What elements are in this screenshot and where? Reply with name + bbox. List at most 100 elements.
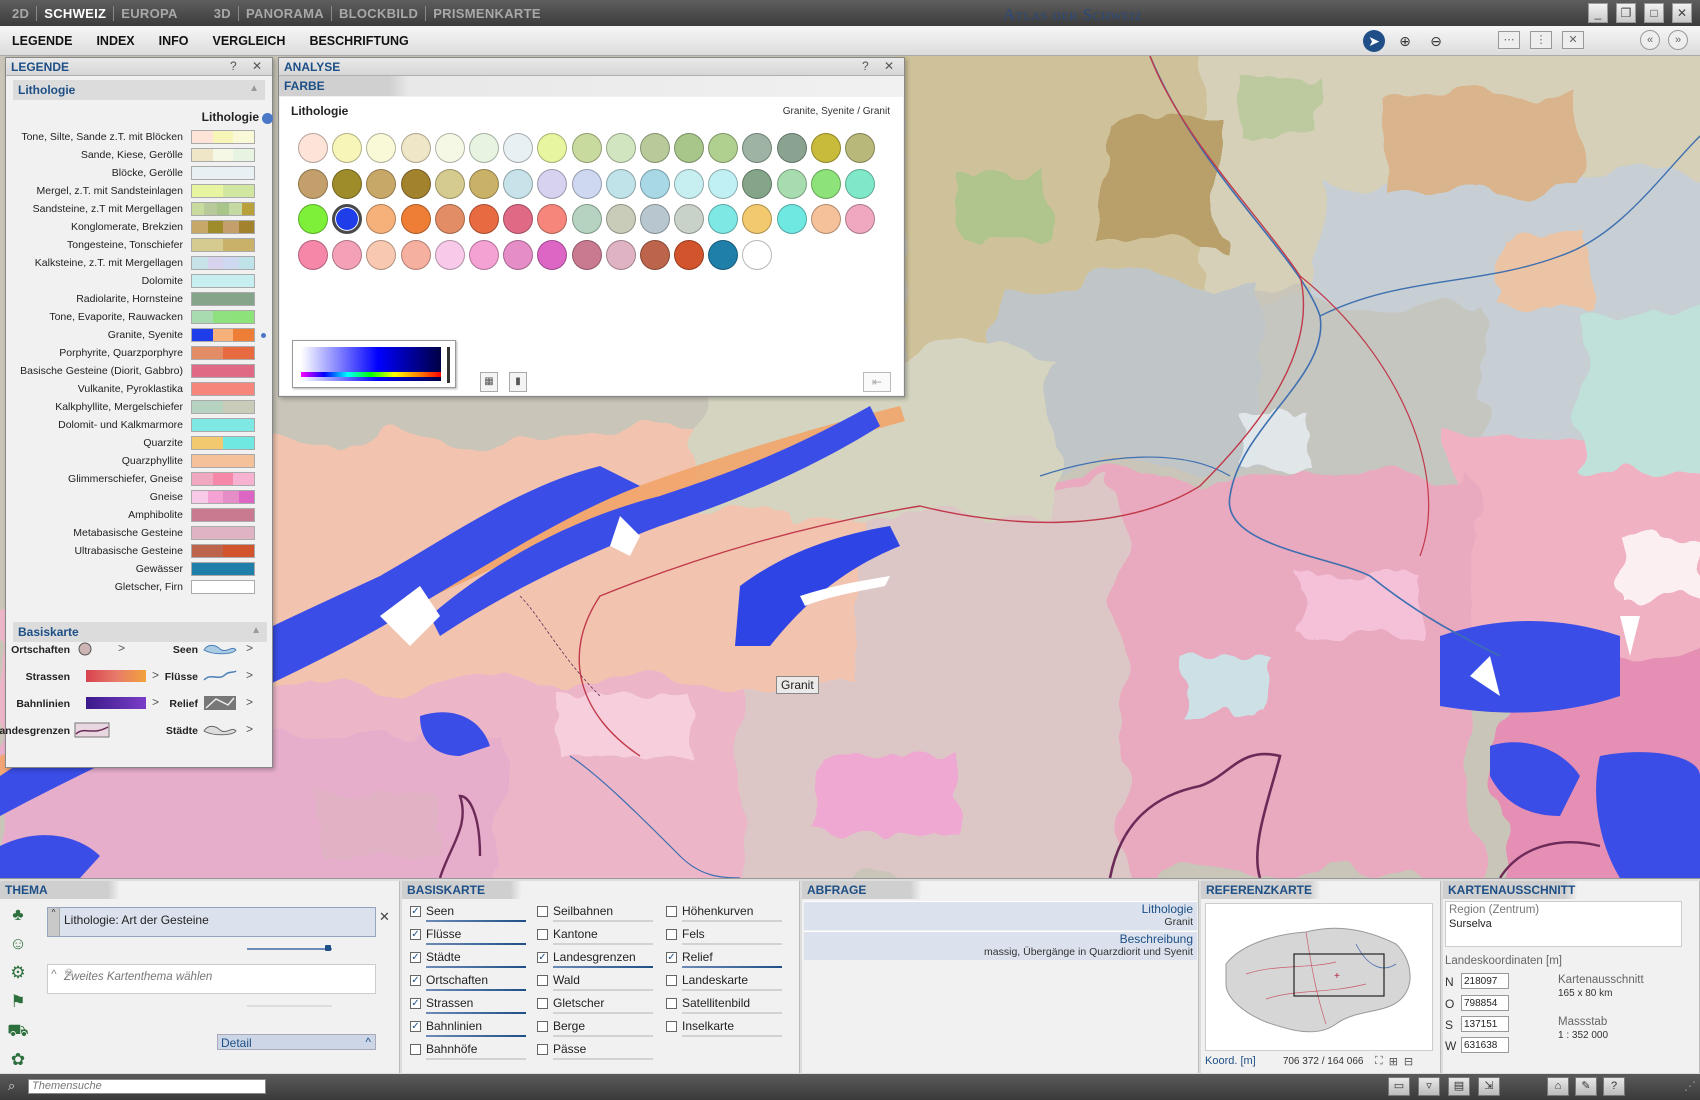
- color-swatch[interactable]: [605, 239, 636, 270]
- basis-item-borders[interactable]: Landesgrenzen: [0, 717, 140, 744]
- minimize-button[interactable]: _: [1588, 3, 1608, 23]
- checkbox[interactable]: ✓: [410, 929, 421, 940]
- nature-icon[interactable]: ♣: [5, 903, 31, 929]
- color-swatch[interactable]: [503, 168, 534, 199]
- color-swatch[interactable]: [639, 239, 670, 270]
- color-swatch[interactable]: [810, 204, 841, 234]
- coord-n-field[interactable]: 218097: [1461, 973, 1509, 989]
- color-swatch[interactable]: [503, 239, 534, 270]
- legend-item[interactable]: Dolomit- und Kalkmarmore: [6, 416, 274, 434]
- opacity-slider[interactable]: [682, 920, 782, 922]
- legend-item[interactable]: Granite, Syenite: [6, 326, 274, 344]
- mode-panorama[interactable]: PANORAMA: [237, 6, 331, 21]
- basiskarte-option[interactable]: ✓ Relief: [664, 949, 789, 972]
- maximize-button[interactable]: □: [1644, 3, 1664, 23]
- color-swatch[interactable]: [708, 204, 739, 234]
- mode-blockbild[interactable]: BLOCKBILD: [330, 6, 425, 21]
- checkbox[interactable]: ✓: [410, 975, 421, 986]
- chevron-right-icon[interactable]: >: [246, 722, 253, 736]
- basiskarte-option[interactable]: Inselkarte: [664, 1018, 789, 1041]
- opacity-slider[interactable]: [426, 989, 526, 991]
- basiskarte-option[interactable]: ✓ Städte: [408, 949, 533, 972]
- legend-swatch[interactable]: [191, 508, 255, 522]
- basiskarte-option[interactable]: ✓ Strassen: [408, 995, 533, 1018]
- checkbox[interactable]: [666, 929, 677, 940]
- color-swatch[interactable]: [298, 204, 328, 234]
- legend-swatch[interactable]: [191, 256, 255, 270]
- legend-item[interactable]: Blöcke, Gerölle: [6, 164, 274, 182]
- color-swatch[interactable]: [366, 168, 397, 199]
- checkbox[interactable]: ✓: [666, 952, 677, 963]
- economy-icon[interactable]: ⚙: [5, 961, 31, 987]
- color-swatch[interactable]: [366, 133, 397, 163]
- thema-second-slider[interactable]: [247, 1005, 332, 1007]
- reference-map[interactable]: +: [1205, 903, 1433, 1051]
- color-swatch[interactable]: [742, 168, 773, 199]
- color-swatch[interactable]: [571, 133, 602, 163]
- export-icon[interactable]: ⇲: [1478, 1077, 1500, 1096]
- color-swatch[interactable]: [605, 133, 636, 163]
- zoom-in-icon[interactable]: ⊕: [1394, 30, 1416, 52]
- opacity-slider[interactable]: [682, 1035, 782, 1037]
- chevron-right-icon[interactable]: >: [246, 695, 253, 709]
- color-swatch[interactable]: [537, 133, 568, 163]
- menu-index[interactable]: INDEX: [96, 34, 134, 48]
- environment-icon[interactable]: ✿: [5, 1048, 31, 1074]
- color-swatch[interactable]: [468, 204, 499, 234]
- cursor-icon[interactable]: ➤: [1363, 30, 1385, 52]
- opacity-slider[interactable]: [426, 1012, 526, 1014]
- legend-item[interactable]: Basische Gesteine (Diorit, Gabbro): [6, 362, 274, 380]
- zoom-in-icon[interactable]: ⊞: [1389, 1055, 1398, 1068]
- basiskarte-option[interactable]: ✓ Ortschaften: [408, 972, 533, 995]
- legend-item[interactable]: Porphyrite, Quarzporphyre: [6, 344, 274, 362]
- resize-grip-icon[interactable]: ⋰: [1684, 1079, 1696, 1093]
- basiskarte-option[interactable]: Landeskarte: [664, 972, 789, 995]
- legend-item[interactable]: Metabasische Gesteine: [6, 524, 274, 542]
- close-button[interactable]: ✕: [1672, 3, 1692, 23]
- checkbox[interactable]: [410, 1044, 421, 1055]
- legend-item[interactable]: Radiolarite, Hornsteine: [6, 290, 274, 308]
- legend-swatch[interactable]: [191, 238, 255, 252]
- color-swatch[interactable]: [674, 204, 705, 234]
- basiskarte-option[interactable]: ✓ Landesgrenzen: [535, 949, 660, 972]
- tab-farbe[interactable]: FARBE: [279, 76, 904, 96]
- color-swatch[interactable]: [298, 168, 328, 199]
- legend-swatch[interactable]: [191, 184, 255, 198]
- legend-item[interactable]: Glimmerschiefer, Gneise: [6, 470, 274, 488]
- opacity-slider[interactable]: [553, 989, 653, 991]
- detail-button[interactable]: Detail ^: [217, 1034, 376, 1050]
- menu-info[interactable]: INFO: [159, 34, 189, 48]
- zoom-out-icon[interactable]: ⊖: [1425, 30, 1447, 52]
- opacity-slider[interactable]: [682, 1012, 782, 1014]
- thema-second-select[interactable]: ^ Zweites Kartenthema wählen ⊗: [47, 964, 376, 994]
- color-swatch[interactable]: [468, 133, 499, 163]
- hue-strip[interactable]: [301, 372, 441, 377]
- color-swatch[interactable]: [845, 133, 875, 163]
- legend-item[interactable]: Quarzite: [6, 434, 274, 452]
- print-icon[interactable]: ▤: [1448, 1077, 1470, 1096]
- basiskarte-option[interactable]: Fels: [664, 926, 789, 949]
- legend-swatch[interactable]: [191, 400, 255, 414]
- legend-swatch[interactable]: [191, 472, 255, 486]
- opacity-slider[interactable]: [426, 943, 526, 945]
- opacity-slider[interactable]: [682, 966, 782, 968]
- mode-2d[interactable]: 2D: [12, 6, 36, 21]
- color-swatch[interactable]: [639, 204, 670, 234]
- legend-item[interactable]: Tone, Silte, Sande z.T. mit Blöcken: [6, 128, 274, 146]
- legend-swatch[interactable]: [191, 148, 255, 162]
- legend-swatch[interactable]: [191, 220, 255, 234]
- color-swatch[interactable]: [639, 168, 670, 199]
- opacity-slider[interactable]: [553, 943, 653, 945]
- color-swatch[interactable]: [810, 133, 841, 163]
- color-swatch[interactable]: [468, 168, 499, 199]
- fit-icon[interactable]: ⛶: [1375, 1055, 1383, 1068]
- legend-swatch[interactable]: [191, 130, 255, 144]
- home-icon[interactable]: ⌂: [1547, 1077, 1569, 1096]
- color-swatch[interactable]: [537, 168, 568, 199]
- mode-prismenkarte[interactable]: PRISMENKARTE: [425, 6, 548, 21]
- legend-swatch[interactable]: [191, 562, 255, 576]
- color-swatch[interactable]: [708, 239, 739, 270]
- legend-swatch[interactable]: [191, 166, 255, 180]
- collapse-icon[interactable]: ▲: [249, 83, 259, 94]
- checkbox[interactable]: [537, 998, 548, 1009]
